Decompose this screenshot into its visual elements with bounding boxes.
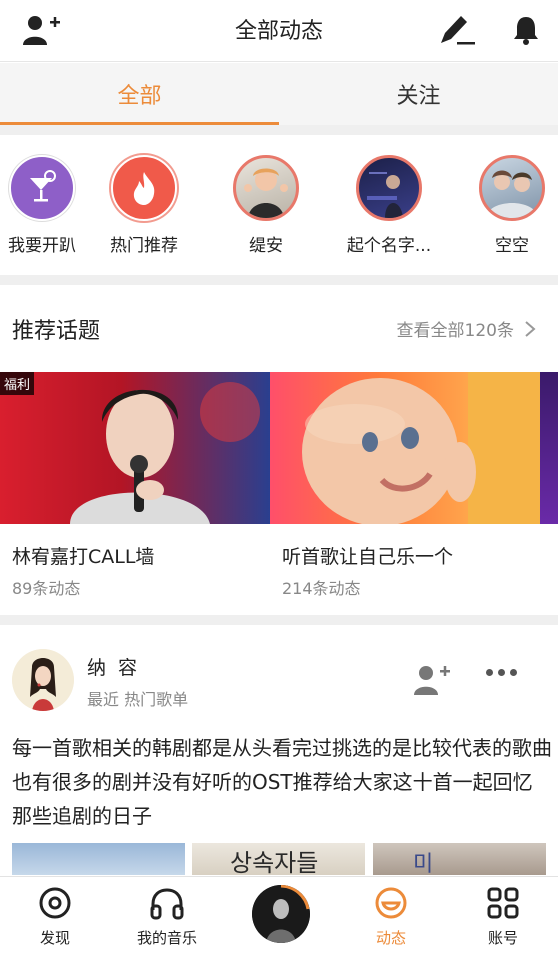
- feed-tabs: 全部 关注: [0, 63, 558, 125]
- shortcut-label: 缇安: [249, 236, 283, 256]
- top-bar: 全部动态: [0, 0, 558, 62]
- view-all-topics-link[interactable]: 查看全部120条: [397, 316, 536, 341]
- nav-account[interactable]: 账号: [453, 885, 553, 948]
- flame-icon: [111, 155, 177, 221]
- divider: [0, 125, 558, 135]
- discover-icon: [37, 885, 73, 921]
- post-images: 상속자들 미: [12, 843, 546, 875]
- post-text: 每一首歌相关的韩剧都是从头看完过挑选的是比较代表的歌曲也有很多的剧并没有好听的O…: [12, 736, 552, 828]
- post-meta: 最近 热门歌单: [87, 690, 189, 709]
- shortcut-hot[interactable]: 热门推荐: [92, 155, 196, 256]
- feed-post: 纳 容 最近 热门歌单 每一首歌相关的韩剧都是从头看完过挑选的是比较代表的歌曲也…: [0, 625, 558, 875]
- chevron-right-icon: [525, 320, 536, 337]
- tab-following[interactable]: 关注: [279, 63, 558, 125]
- nav-label: 发现: [39, 929, 70, 947]
- nav-feed[interactable]: 动态: [341, 885, 441, 948]
- topic-image: 福利: [0, 372, 270, 524]
- svg-text:미: 미: [413, 852, 433, 875]
- divider: [0, 615, 558, 625]
- avatar: [233, 155, 299, 221]
- post-image[interactable]: 미: [373, 843, 546, 875]
- nav-label: 动态: [375, 929, 406, 947]
- svg-text:상속자들: 상속자들: [230, 849, 318, 875]
- compose-icon[interactable]: [437, 12, 477, 48]
- section-title: 推荐话题: [12, 319, 101, 344]
- topic-card[interactable]: [540, 372, 558, 524]
- post-image[interactable]: 상속자들: [192, 843, 365, 875]
- avatar: [479, 155, 545, 221]
- headphones-icon: [149, 885, 185, 921]
- topic-image: [540, 372, 558, 524]
- shortcut-label: 起个名字...: [346, 236, 432, 256]
- shortcut-user-kongkong[interactable]: 空空: [460, 155, 558, 256]
- nav-my-music[interactable]: 我的音乐: [117, 885, 217, 948]
- feed-icon: [373, 885, 409, 921]
- nav-discover[interactable]: 发现: [5, 885, 105, 948]
- cocktail-icon: [9, 155, 75, 221]
- view-all-label: 查看全部120条: [396, 321, 514, 341]
- shortcut-label: 热门推荐: [110, 236, 178, 256]
- grid-icon: [485, 885, 521, 921]
- tab-following-label: 关注: [396, 84, 441, 109]
- topic-badge: 福利: [0, 372, 35, 395]
- post-image[interactable]: [12, 843, 185, 875]
- topic-card[interactable]: 福利 林宥嘉打CALL墙 89条动态: [0, 372, 270, 599]
- topic-count: 214条动态: [282, 579, 361, 598]
- shortcut-user-tian[interactable]: 缇安: [214, 155, 318, 256]
- tab-all[interactable]: 全部: [0, 63, 279, 125]
- shortcut-label: 我要开趴: [8, 236, 76, 256]
- tab-all-label: 全部: [117, 84, 162, 109]
- nav-label: 账号: [487, 929, 518, 947]
- bell-icon[interactable]: [506, 12, 546, 48]
- follow-user-icon[interactable]: [412, 663, 452, 697]
- topic-image: [270, 372, 540, 524]
- more-options-icon[interactable]: [486, 669, 517, 676]
- bottom-navigation: 发现 我的音乐 动态 账号: [0, 876, 558, 953]
- avatar[interactable]: [12, 649, 74, 711]
- topic-name: 林宥嘉打CALL墙: [12, 546, 155, 568]
- shortcut-label: 空空: [495, 236, 529, 256]
- post-username[interactable]: 纳 容: [87, 653, 140, 680]
- recommended-topics: 推荐话题 查看全部120条 福利 林宥嘉打CALL墙 89条动态 听首歌让自己乐…: [0, 285, 558, 615]
- divider: [0, 275, 558, 285]
- topic-card[interactable]: 听首歌让自己乐一个 214条动态: [270, 372, 540, 599]
- nav-label: 我的音乐: [136, 929, 197, 947]
- now-playing-button[interactable]: [252, 885, 310, 943]
- topic-count: 89条动态: [12, 579, 81, 598]
- topic-name: 听首歌让自己乐一个: [282, 546, 454, 568]
- shortcut-user-qigemingzi[interactable]: 起个名字...: [337, 155, 441, 256]
- shortcut-row: 我要开趴 热门推荐 缇安 起个名字... 空空: [0, 135, 558, 275]
- shortcut-party[interactable]: 我要开趴: [0, 155, 94, 256]
- avatar: [356, 155, 422, 221]
